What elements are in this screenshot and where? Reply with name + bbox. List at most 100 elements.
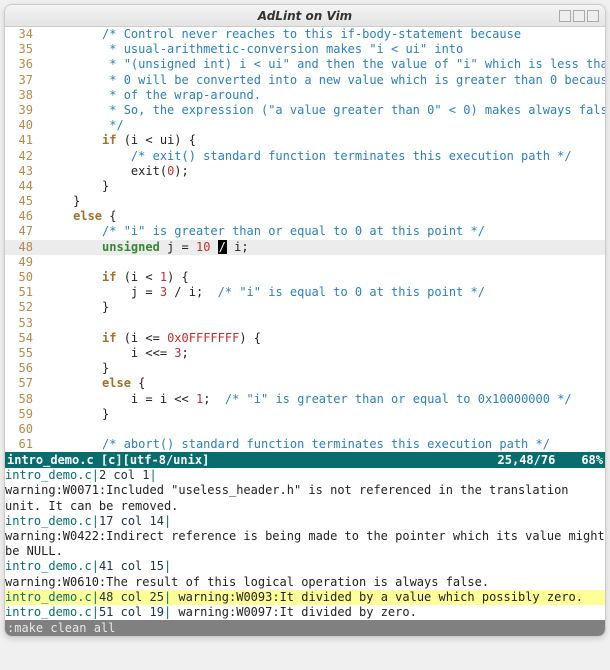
code-line[interactable]: 38 * of the wrap-around. <box>5 88 605 103</box>
line-number: 38 <box>5 88 37 103</box>
line-number: 54 <box>5 331 37 346</box>
line-number: 37 <box>5 73 37 88</box>
code-line[interactable]: 47 /* "i" is greater than or equal to 0 … <box>5 224 605 239</box>
code-text <box>37 255 605 270</box>
line-number: 40 <box>5 118 37 133</box>
line-number: 48 <box>5 240 37 255</box>
code-text: * "(unsigned int) i < ui" and then the v… <box>37 57 605 72</box>
code-line[interactable]: 54 if (i <= 0x0FFFFFFF) { <box>5 331 605 346</box>
quickfix-list[interactable]: intro_demo.c|2 col 1| warning:W0071:Incl… <box>5 468 605 620</box>
code-line[interactable]: 37 * 0 will be converted into a new valu… <box>5 73 605 88</box>
code-line[interactable]: 34 /* Control never reaches to this if-b… <box>5 27 605 42</box>
qf-file: intro_demo.c <box>5 468 92 483</box>
line-number: 58 <box>5 392 37 407</box>
code-line[interactable]: 51 j = 3 / i; /* "i" is equal to 0 at th… <box>5 285 605 300</box>
code-line[interactable]: 61 /* abort() standard function terminat… <box>5 437 605 452</box>
quickfix-item[interactable]: intro_demo.c|41 col 15| warning:W0610:Th… <box>5 559 605 589</box>
code-text: else { <box>37 209 605 224</box>
code-text: unsigned j = 10 / i; <box>37 240 605 255</box>
window-titlebar[interactable]: AdLint on Vim <box>5 5 605 27</box>
line-number: 39 <box>5 103 37 118</box>
code-text: if (i <= 0x0FFFFFFF) { <box>37 331 605 346</box>
close-button[interactable] <box>587 10 599 22</box>
code-line[interactable]: 44 } <box>5 179 605 194</box>
status-file: intro_demo.c [c][utf-8/unix] <box>7 453 498 467</box>
code-line[interactable]: 49 <box>5 255 605 270</box>
code-text: if (i < ui) { <box>37 133 605 148</box>
window-controls <box>559 10 599 22</box>
code-text: } <box>37 361 605 376</box>
code-line[interactable]: 50 if (i < 1) { <box>5 270 605 285</box>
qf-file: intro_demo.c <box>5 590 92 605</box>
line-number: 49 <box>5 255 37 270</box>
code-line[interactable]: 57 else { <box>5 376 605 391</box>
code-text: } <box>37 300 605 315</box>
code-text: if (i < 1) { <box>37 270 605 285</box>
code-text: * So, the expression ("a value greater t… <box>37 103 605 118</box>
code-text: exit(0); <box>37 164 605 179</box>
code-text: */ <box>37 118 605 133</box>
code-line[interactable]: 55 i <<= 3; <box>5 346 605 361</box>
code-line[interactable]: 53 <box>5 316 605 331</box>
line-number: 61 <box>5 437 37 452</box>
line-number: 46 <box>5 209 37 224</box>
qf-location: 2 col 1 <box>99 468 150 483</box>
line-number: 44 <box>5 179 37 194</box>
code-editor[interactable]: 34 /* Control never reaches to this if-b… <box>5 27 605 452</box>
code-line[interactable]: 48 unsigned j = 10 / i; <box>5 240 605 255</box>
code-line[interactable]: 60 <box>5 422 605 437</box>
qf-location: 48 col 25 <box>99 590 164 605</box>
code-text: j = 3 / i; /* "i" is equal to 0 at this … <box>37 285 605 300</box>
qf-file: intro_demo.c <box>5 605 92 620</box>
qf-file: intro_demo.c <box>5 559 92 574</box>
window-title: AdLint on Vim <box>258 9 352 23</box>
code-line[interactable]: 43 exit(0); <box>5 164 605 179</box>
code-line[interactable]: 40 */ <box>5 118 605 133</box>
qf-message: warning:W0422:Indirect reference is bein… <box>5 529 605 559</box>
quickfix-item[interactable]: intro_demo.c|17 col 14| warning:W0422:In… <box>5 514 605 560</box>
line-number: 41 <box>5 133 37 148</box>
code-line[interactable]: 52 } <box>5 300 605 315</box>
minimize-button[interactable] <box>559 10 571 22</box>
status-position: 25,48/76 <box>498 453 582 467</box>
code-text <box>37 422 605 437</box>
command-line[interactable]: :make clean all <box>5 620 605 636</box>
code-line[interactable]: 59 } <box>5 407 605 422</box>
code-text: } <box>37 179 605 194</box>
line-number: 60 <box>5 422 37 437</box>
line-number: 51 <box>5 285 37 300</box>
code-line[interactable]: 35 * usual-arithmetic-conversion makes "… <box>5 42 605 57</box>
maximize-button[interactable] <box>573 10 585 22</box>
code-line[interactable]: 41 if (i < ui) { <box>5 133 605 148</box>
qf-message: warning:W0610:The result of this logical… <box>5 575 489 590</box>
quickfix-item[interactable]: intro_demo.c|51 col 19| warning:W0097:It… <box>5 605 605 620</box>
command-text: :make clean all <box>7 621 115 635</box>
code-line[interactable]: 39 * So, the expression ("a value greate… <box>5 103 605 118</box>
line-number: 42 <box>5 149 37 164</box>
code-text: * usual-arithmetic-conversion makes "i <… <box>37 42 605 57</box>
code-line[interactable]: 58 i = i << 1; /* "i" is greater than or… <box>5 392 605 407</box>
code-line[interactable]: 42 /* exit() standard function terminate… <box>5 149 605 164</box>
code-line[interactable]: 56 } <box>5 361 605 376</box>
code-text: else { <box>37 376 605 391</box>
code-text: * 0 will be converted into a new value w… <box>37 73 605 88</box>
code-line[interactable]: 36 * "(unsigned int) i < ui" and then th… <box>5 57 605 72</box>
line-number: 50 <box>5 270 37 285</box>
line-number: 59 <box>5 407 37 422</box>
qf-location: 41 col 15 <box>99 559 164 574</box>
code-line[interactable]: 46 else { <box>5 209 605 224</box>
line-number: 35 <box>5 42 37 57</box>
status-bar: intro_demo.c [c][utf-8/unix] 25,48/76 68… <box>5 452 605 468</box>
code-text: /* abort() standard function terminates … <box>37 437 605 452</box>
quickfix-item[interactable]: intro_demo.c|2 col 1| warning:W0071:Incl… <box>5 468 605 514</box>
code-text: * of the wrap-around. <box>37 88 605 103</box>
code-text: } <box>37 407 605 422</box>
qf-location: 51 col 19 <box>99 605 164 620</box>
qf-location: 17 col 14 <box>99 514 164 529</box>
code-text: i = i << 1; /* "i" is greater than or eq… <box>37 392 605 407</box>
line-number: 36 <box>5 57 37 72</box>
line-number: 45 <box>5 194 37 209</box>
quickfix-item[interactable]: intro_demo.c|48 col 25| warning:W0093:It… <box>5 590 605 605</box>
code-line[interactable]: 45 } <box>5 194 605 209</box>
line-number: 43 <box>5 164 37 179</box>
